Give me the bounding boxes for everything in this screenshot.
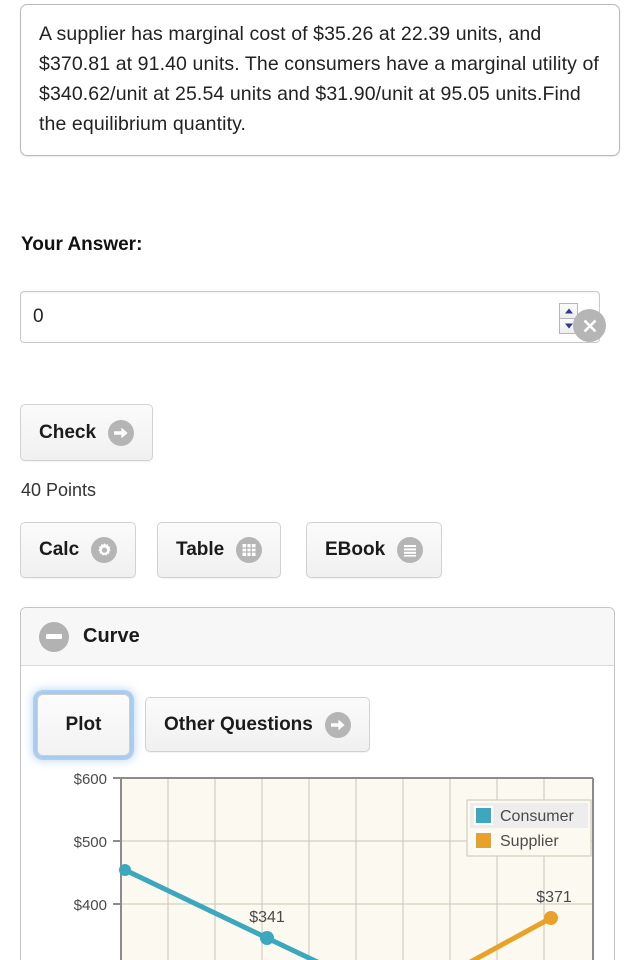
ytick-label: $400: [74, 897, 107, 914]
ytick-label: $500: [74, 834, 107, 851]
close-icon: [583, 319, 596, 332]
arrow-right-icon: [324, 711, 351, 738]
question-text: A supplier has marginal cost of $35.26 a…: [39, 23, 599, 135]
collapse-minus-icon[interactable]: [39, 621, 69, 652]
curve-panel-title: Curve: [83, 625, 140, 647]
clear-answer-button[interactable]: [573, 309, 606, 342]
curve-chart: $600 $500 $400 $300 $341 $371: [21, 766, 615, 960]
calc-button-label: Calc: [39, 539, 80, 560]
consumer-data-point: [260, 931, 274, 945]
check-button-label: Check: [39, 421, 97, 443]
answer-label: Your Answer:: [21, 234, 143, 255]
table-button[interactable]: Table: [157, 522, 282, 578]
ytick-label: $600: [74, 771, 107, 788]
answer-field-wrapper: [20, 291, 600, 343]
supplier-data-point: [544, 911, 558, 925]
question-box: A supplier has marginal cost of $35.26 a…: [20, 4, 620, 156]
legend-swatch-consumer: [474, 806, 493, 825]
answer-input[interactable]: [21, 292, 551, 342]
y-axis-tick-labels: $600 $500 $400 $300: [74, 771, 107, 914]
chart-legend: Consumer Supplier: [466, 799, 592, 857]
list-lines-icon: [397, 537, 424, 563]
minus-bar: [46, 634, 62, 639]
ebook-button[interactable]: EBook: [306, 522, 443, 578]
plot-tab-label: Plot: [65, 714, 102, 735]
legend-label-supplier: Supplier: [500, 833, 559, 850]
calc-button[interactable]: Calc: [20, 522, 137, 578]
other-questions-button[interactable]: Other Questions: [145, 697, 370, 752]
legend-swatch-supplier: [474, 831, 493, 850]
consumer-data-point: [119, 864, 131, 876]
consumer-data-label: $341: [249, 909, 285, 926]
curve-panel-header[interactable]: Curve: [21, 608, 614, 666]
supplier-data-label: $371: [536, 889, 572, 906]
grid-icon: [236, 537, 263, 563]
check-button[interactable]: Check: [20, 404, 154, 461]
legend-label-consumer: Consumer: [500, 808, 574, 825]
plot-tab-button[interactable]: Plot: [37, 694, 130, 756]
other-questions-label: Other Questions: [164, 713, 313, 735]
chart-svg: $600 $500 $400 $300 $341 $371: [74, 771, 594, 960]
gear-icon: [91, 537, 118, 563]
arrow-right-icon: [108, 419, 135, 446]
page-root: A supplier has marginal cost of $35.26 a…: [0, 0, 640, 960]
ebook-button-label: EBook: [325, 539, 386, 560]
table-button-label: Table: [176, 539, 225, 560]
points-label: 40 Points: [21, 480, 97, 500]
